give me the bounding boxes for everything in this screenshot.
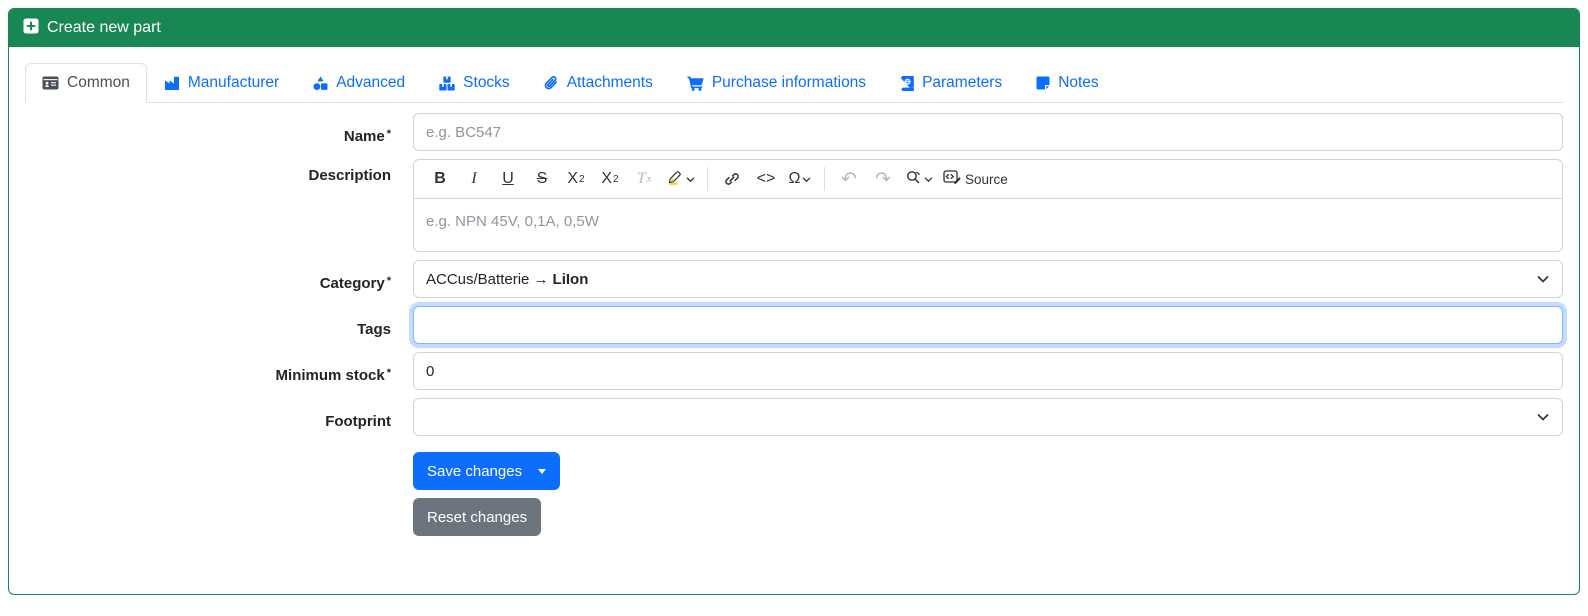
atlas-book-icon xyxy=(900,75,914,91)
source-code-icon xyxy=(943,169,961,190)
italic-button[interactable]: I xyxy=(458,164,490,194)
chevron-down-icon xyxy=(686,170,695,188)
description-placeholder: e.g. NPN 45V, 0,1A, 0,5W xyxy=(426,213,599,230)
strikethrough-button[interactable]: S xyxy=(526,164,558,194)
tab-label: Stocks xyxy=(463,74,510,91)
id-card-icon xyxy=(42,76,59,90)
footprint-select[interactable] xyxy=(413,398,1563,436)
plus-square-icon xyxy=(23,18,39,39)
magnifier-icon xyxy=(905,169,922,190)
reset-changes-button[interactable]: Reset changes xyxy=(413,498,542,536)
tab-notes[interactable]: Notes xyxy=(1019,63,1116,103)
tab-common[interactable]: Common xyxy=(25,63,147,103)
find-replace-button[interactable] xyxy=(901,164,937,194)
tags-label: Tags xyxy=(357,320,391,338)
chevron-down-icon xyxy=(924,170,933,188)
editor-toolbar: B I U S X2 X2 Tx <> Ω ↶ ↷ Source xyxy=(413,159,1563,199)
category-value-bold: LiIon xyxy=(552,270,589,288)
redo-button[interactable]: ↷ xyxy=(867,164,899,194)
description-label: Description xyxy=(308,167,391,184)
superscript-button[interactable]: X2 xyxy=(594,164,626,194)
source-button-label: Source xyxy=(965,171,1008,187)
tab-stocks[interactable]: Stocks xyxy=(422,63,527,103)
category-row: Category * ACCus/Batterie → LiIon xyxy=(25,260,1563,298)
subscript-button[interactable]: X2 xyxy=(560,164,592,194)
category-select[interactable]: ACCus/Batterie → LiIon xyxy=(413,260,1563,298)
chevron-down-icon xyxy=(1537,271,1549,288)
description-editor: B I U S X2 X2 Tx <> Ω ↶ ↷ Source e.g. NP… xyxy=(413,159,1563,252)
paperclip-icon xyxy=(544,75,559,91)
footprint-row: Footprint xyxy=(25,398,1563,436)
factory-icon xyxy=(164,76,180,90)
tags-input[interactable] xyxy=(413,306,1563,344)
tags-row: Tags xyxy=(25,306,1563,344)
tab-label: Common xyxy=(67,74,130,91)
link-button[interactable] xyxy=(716,164,748,194)
toolbar-separator xyxy=(824,167,825,191)
save-changes-button[interactable]: Save changes xyxy=(413,452,561,490)
sticky-note-icon xyxy=(1036,76,1050,90)
tab-parameters[interactable]: Parameters xyxy=(883,63,1019,103)
caret-down-icon[interactable] xyxy=(538,468,547,474)
description-row: Description B I U S X2 X2 Tx <> Ω ↶ ↷ So… xyxy=(25,159,1563,252)
minimum-stock-row: Minimum stock * xyxy=(25,352,1563,390)
source-button[interactable]: Source xyxy=(939,164,1012,194)
tab-label: Advanced xyxy=(336,74,406,91)
shopping-cart-icon xyxy=(687,76,704,91)
name-input[interactable] xyxy=(413,113,1563,151)
tab-label: Attachments xyxy=(566,74,653,91)
tab-label: Parameters xyxy=(922,74,1003,91)
page: Create new part Common Manufacturer Adva… xyxy=(0,0,1588,616)
page-title: Create new part xyxy=(47,19,161,36)
required-marker: * xyxy=(386,366,391,379)
tab-advanced[interactable]: Advanced xyxy=(296,63,422,103)
description-editable-area[interactable]: e.g. NPN 45V, 0,1A, 0,5W xyxy=(413,199,1563,252)
underline-button[interactable]: U xyxy=(492,164,524,194)
shapes-icon xyxy=(313,76,328,91)
toolbar-separator xyxy=(707,167,708,191)
name-row: Name * xyxy=(25,113,1563,151)
buttons-row: Save changes Reset changes xyxy=(25,452,1563,536)
tab-label: Manufacturer xyxy=(187,74,280,91)
code-button[interactable]: <> xyxy=(750,164,782,194)
chevron-down-icon xyxy=(1537,409,1549,426)
remove-format-button[interactable]: Tx xyxy=(628,164,660,194)
footprint-label: Footprint xyxy=(325,412,391,430)
tab-bar: Common Manufacturer Advanced Stocks Atta… xyxy=(25,63,1563,103)
category-value: ACCus/Batterie → xyxy=(426,270,549,288)
tab-purchase-informations[interactable]: Purchase informations xyxy=(670,63,883,103)
boxes-stacked-icon xyxy=(439,76,455,91)
create-part-card: Create new part Common Manufacturer Adva… xyxy=(8,8,1580,595)
minimum-stock-label: Minimum stock * xyxy=(275,366,391,384)
common-tab-panel: Name* Description B I U S X2 X2 xyxy=(25,103,1563,536)
card-header: Create new part xyxy=(9,9,1579,47)
tab-manufacturer[interactable]: Manufacturer xyxy=(147,63,296,103)
tab-label: Notes xyxy=(1058,74,1099,91)
name-label: Name * xyxy=(343,127,391,145)
required-marker: * xyxy=(386,127,391,140)
chevron-down-icon xyxy=(802,170,811,188)
required-marker: * xyxy=(386,274,391,287)
tab-label: Purchase informations xyxy=(711,74,867,91)
highlight-button[interactable] xyxy=(662,164,699,194)
highlight-marker-icon xyxy=(666,168,684,190)
minimum-stock-input[interactable] xyxy=(413,352,1563,390)
tab-attachments[interactable]: Attachments xyxy=(527,63,670,103)
category-label: Category * xyxy=(319,274,391,292)
special-characters-button[interactable]: Ω xyxy=(784,164,816,194)
bold-button[interactable]: B xyxy=(424,164,456,194)
undo-button[interactable]: ↶ xyxy=(833,164,865,194)
